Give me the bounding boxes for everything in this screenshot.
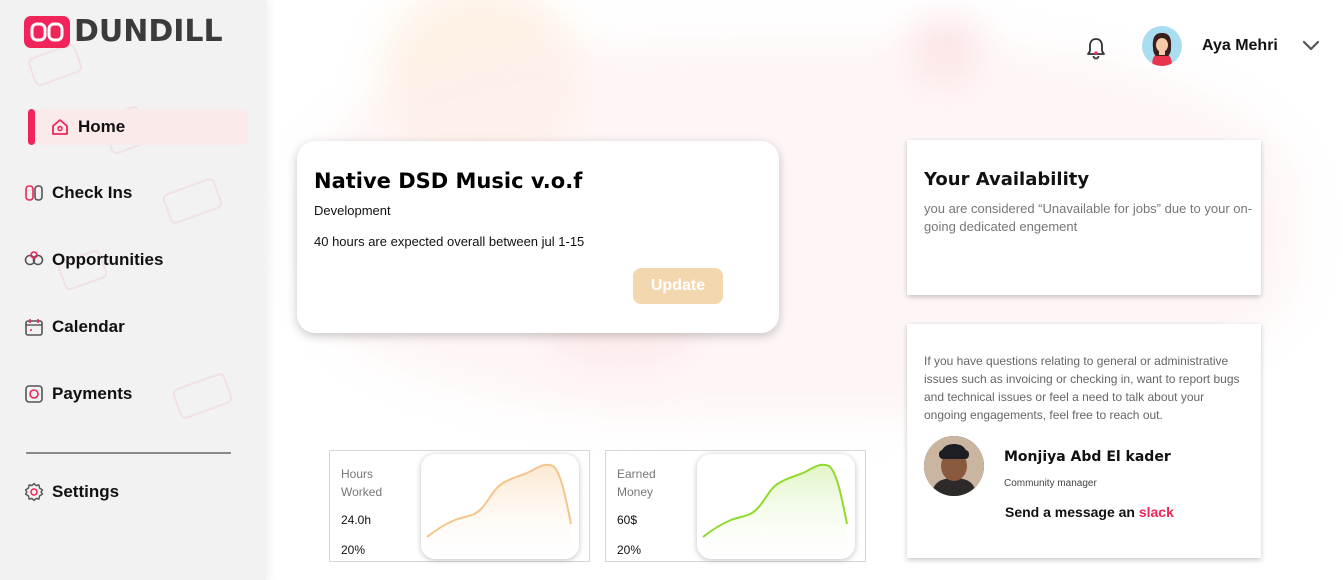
slack-link[interactable]: slack bbox=[1139, 504, 1174, 520]
hours-worked-card: Hours Worked 24.0h 20% bbox=[329, 450, 590, 562]
stat-percent: 20% bbox=[341, 543, 366, 557]
manager-role: Community manager bbox=[1004, 478, 1097, 489]
manager-name: Monjiya Abd El kader bbox=[1004, 449, 1171, 465]
user-name[interactable]: Aya Mehri bbox=[1202, 37, 1278, 55]
brand-logo[interactable]: DUNDILL bbox=[24, 14, 223, 49]
sidebar-divider bbox=[26, 452, 231, 454]
availability-text: you are considered “Unavailable for jobs… bbox=[924, 201, 1253, 234]
sidebar-item-settings[interactable]: Settings bbox=[24, 482, 119, 502]
brand-name: DUNDILL bbox=[74, 14, 223, 49]
sparkline-area bbox=[703, 464, 847, 559]
chevron-down-icon[interactable] bbox=[1302, 38, 1320, 52]
sidebar-item-label: Settings bbox=[52, 482, 120, 501]
slack-message: Send a message an slack bbox=[1005, 504, 1174, 520]
hours-sparkline bbox=[421, 454, 579, 559]
contact-card: If you have questions relating to genera… bbox=[907, 324, 1261, 558]
gear-icon bbox=[24, 482, 44, 502]
earned-money-card: Earned Money 60$ 20% bbox=[605, 450, 866, 562]
avatar[interactable] bbox=[1142, 26, 1182, 66]
logo-mark-icon bbox=[24, 15, 70, 48]
sidebar-item-label: Opportunities bbox=[52, 250, 164, 269]
home-icon bbox=[50, 117, 70, 137]
stat-percent: 20% bbox=[617, 543, 642, 557]
sidebar-item-home[interactable]: Home bbox=[28, 109, 248, 145]
contact-text: If you have questions relating to genera… bbox=[924, 354, 1240, 422]
sidebar-item-label: Payments bbox=[52, 384, 133, 403]
stat-label: Earned Money bbox=[617, 467, 656, 499]
background-decoration bbox=[26, 42, 84, 88]
sidebar-item-check-ins[interactable]: Check Ins bbox=[24, 183, 132, 203]
bell-icon[interactable] bbox=[1085, 36, 1107, 60]
manager-avatar bbox=[924, 436, 984, 496]
project-title: Native DSD Music v.o.f bbox=[314, 169, 583, 193]
project-category: Development bbox=[314, 203, 391, 218]
payments-icon bbox=[24, 384, 44, 404]
sidebar-item-payments[interactable]: Payments bbox=[24, 384, 132, 404]
slack-message-prefix: Send a message an bbox=[1005, 504, 1135, 520]
calendar-icon bbox=[24, 317, 44, 337]
sidebar-item-calendar[interactable]: Calendar bbox=[24, 317, 125, 337]
sidebar-item-label: Calendar bbox=[52, 317, 125, 336]
sidebar-item-label: Home bbox=[78, 117, 126, 136]
project-card: Native DSD Music v.o.f Development 40 ho… bbox=[297, 141, 779, 333]
sidebar-item-opportunities[interactable]: Opportunities bbox=[24, 250, 163, 270]
stat-label: Hours Worked bbox=[341, 467, 383, 499]
update-button[interactable]: Update bbox=[633, 268, 723, 304]
background-decoration bbox=[161, 176, 224, 226]
background-decoration bbox=[171, 371, 234, 421]
opportunities-icon bbox=[24, 250, 44, 270]
availability-title: Your Availability bbox=[924, 169, 1090, 190]
money-sparkline bbox=[697, 454, 855, 559]
stat-value: 60$ bbox=[617, 513, 638, 527]
project-hours-text: 40 hours are expected overall between ju… bbox=[314, 234, 585, 249]
check-ins-icon bbox=[24, 183, 44, 203]
sidebar: DUNDILL Home Check Ins Opportunities Cal… bbox=[0, 0, 266, 580]
sparkline-area bbox=[427, 464, 571, 559]
sidebar-item-label: Check Ins bbox=[52, 183, 133, 202]
availability-card: Your Availability you are considered “Un… bbox=[907, 140, 1261, 295]
stat-value: 24.0h bbox=[341, 513, 372, 527]
